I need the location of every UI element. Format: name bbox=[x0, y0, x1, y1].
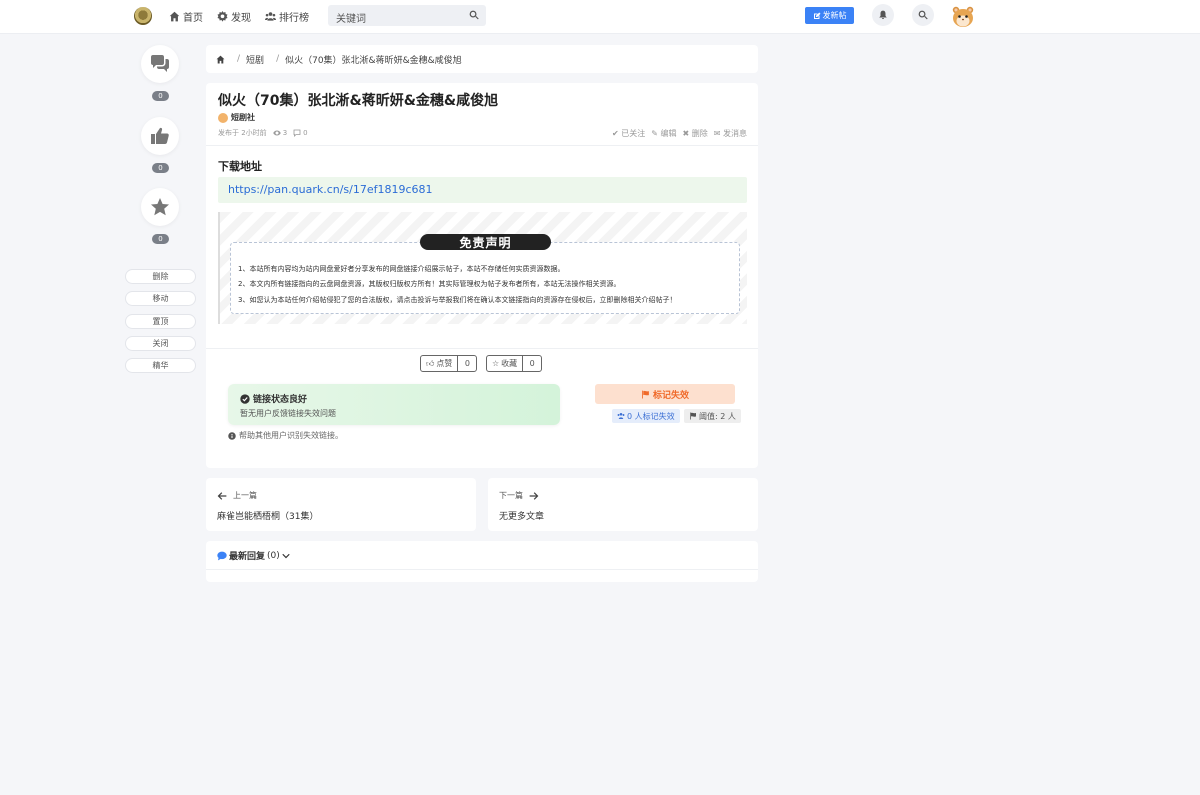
favorite-count-badge: 0 bbox=[152, 234, 169, 244]
divider bbox=[206, 348, 758, 349]
pin-post-button[interactable]: 置顶 bbox=[125, 314, 196, 329]
next-post-title: 无更多文章 bbox=[499, 512, 545, 522]
feature-post-button[interactable]: 精华 bbox=[125, 358, 196, 373]
followed-button[interactable]: ✔ 已关注 bbox=[612, 128, 645, 139]
comment-button[interactable] bbox=[141, 45, 179, 83]
download-link[interactable]: https://pan.quark.cn/s/17ef1819c681 bbox=[218, 177, 747, 203]
comments-icon bbox=[151, 55, 169, 72]
close-post-button[interactable]: 关闭 bbox=[125, 336, 196, 351]
post-meta: 发布于 2小时前 3 0 bbox=[218, 128, 308, 138]
delete-post-button[interactable]: 删除 bbox=[125, 269, 196, 284]
like-pill-button[interactable]: 👍︎ 点赞 0 bbox=[420, 355, 478, 372]
delete-button[interactable]: ✖ 删除 bbox=[683, 128, 708, 139]
download-heading: 下载地址 bbox=[218, 160, 262, 173]
next-post-card[interactable]: 下一篇 无更多文章 bbox=[488, 478, 758, 531]
comment-icon bbox=[293, 129, 301, 137]
disclaimer-line: 3、如您认为本站任何介绍帖侵犯了您的合法版权，请点击投诉与举报我们将在确认本文链… bbox=[238, 296, 677, 304]
arrow-left-icon bbox=[217, 491, 227, 500]
link-status-help: 帮助其他用户识别失效链接。 bbox=[228, 430, 343, 441]
check-circle-icon bbox=[240, 393, 250, 404]
like-button[interactable] bbox=[141, 117, 179, 155]
divider bbox=[206, 145, 758, 146]
message-button[interactable]: ✉ 发消息 bbox=[714, 128, 747, 139]
replies-count: (0) bbox=[267, 550, 280, 561]
divider bbox=[206, 569, 758, 570]
link-status-card: 链接状态良好 暂无用户反馈链接失效问题 bbox=[228, 384, 560, 425]
bell-icon bbox=[879, 10, 887, 20]
gear-icon bbox=[217, 11, 228, 22]
favorite-pill-button[interactable]: ☆ 收藏 0 bbox=[486, 355, 543, 372]
disclaimer-title: 免责声明 bbox=[420, 234, 551, 250]
breadcrumb-separator: / bbox=[237, 54, 241, 64]
like-count-badge: 0 bbox=[152, 163, 169, 173]
prev-post-card[interactable]: 上一篇 麻雀岂能栖梧桐（31集） bbox=[206, 478, 476, 531]
link-status-sub: 暂无用户反馈链接失效问题 bbox=[240, 409, 336, 418]
star-icon: ☆ bbox=[492, 359, 500, 368]
disclaimer-box: 1、本站所有内容均为站内网盘爱好者分享发布的网盘链接介绍展示帖子，本站不存储任何… bbox=[230, 242, 740, 314]
search-input[interactable]: 关键词 bbox=[328, 5, 486, 26]
post-card: 似火（70集）张北淅&蒋昕妍&金穗&咸俊旭 短剧社 发布于 2小时前 3 0 ✔… bbox=[206, 83, 758, 468]
home-icon[interactable] bbox=[216, 55, 225, 64]
nav-home[interactable]: 首页 bbox=[169, 9, 203, 24]
new-post-button[interactable]: 发新帖 bbox=[805, 7, 854, 24]
edit-icon bbox=[813, 12, 820, 19]
post-author[interactable]: 短剧社 bbox=[218, 112, 255, 123]
site-logo[interactable] bbox=[134, 7, 152, 25]
search-toggle-button[interactable] bbox=[912, 4, 934, 26]
thumbs-up-icon: 👍︎ bbox=[426, 358, 435, 368]
comment-dots-icon bbox=[217, 551, 227, 560]
thumbs-up-icon bbox=[151, 127, 169, 144]
publish-time: 发布于 2小时前 bbox=[218, 129, 267, 137]
breadcrumb-current: 似火（70集）张北淅&蒋昕妍&金穗&咸俊旭 bbox=[285, 55, 462, 66]
favorite-count: 0 bbox=[529, 359, 535, 368]
replies-section: 最新回复 (0) bbox=[206, 541, 758, 582]
users-icon bbox=[617, 412, 625, 419]
post-actions: ✔ 已关注 ✎ 编辑 ✖ 删除 ✉ 发消息 bbox=[612, 128, 747, 139]
move-post-button[interactable]: 移动 bbox=[125, 291, 196, 306]
post-title: 似火（70集）张北淅&蒋昕妍&金穗&咸俊旭 bbox=[218, 93, 499, 109]
next-label: 下一篇 bbox=[499, 491, 523, 500]
favorite-button[interactable] bbox=[141, 188, 179, 226]
chevron-down-icon bbox=[282, 553, 290, 558]
breadcrumb: / 短剧 / 似火（70集）张北淅&蒋昕妍&金穗&咸俊旭 bbox=[206, 45, 758, 73]
replies-label: 最新回复 bbox=[229, 552, 266, 562]
disclaimer-line: 2、本文内所有链接指向的云盘网盘资源，其版权归版权方所有！其实际管理权为帖子发布… bbox=[238, 280, 621, 288]
prev-post-title[interactable]: 麻雀岂能栖梧桐（31集） bbox=[217, 509, 318, 522]
comments-indicator: 0 bbox=[293, 129, 308, 137]
disclaimer-section: 1、本站所有内容均为站内网盘爱好者分享发布的网盘链接介绍展示帖子，本站不存储任何… bbox=[218, 212, 747, 324]
hamster-avatar-icon bbox=[952, 6, 974, 27]
eye-icon bbox=[272, 130, 281, 136]
views-indicator: 3 bbox=[272, 129, 287, 137]
replies-header[interactable]: 最新回复 (0) bbox=[217, 549, 290, 562]
author-avatar bbox=[218, 112, 228, 123]
mark-invalid-button[interactable]: 标记失效 bbox=[595, 384, 735, 404]
home-icon bbox=[169, 11, 180, 22]
nav-ranking[interactable]: 排行榜 bbox=[265, 9, 309, 24]
link-status-title: 链接状态良好 bbox=[253, 395, 308, 405]
prev-label: 上一篇 bbox=[233, 491, 257, 500]
search-icon bbox=[918, 10, 928, 20]
flag-icon bbox=[642, 390, 649, 398]
search-placeholder: 关键词 bbox=[336, 14, 366, 25]
user-avatar[interactable] bbox=[951, 4, 975, 28]
like-count: 0 bbox=[464, 359, 470, 368]
marked-count-tag: 0 人标记失效 bbox=[612, 409, 680, 423]
disclaimer-line: 1、本站所有内容均为站内网盘爱好者分享发布的网盘链接介绍展示帖子，本站不存储任何… bbox=[238, 265, 565, 273]
nav-discover[interactable]: 发现 bbox=[217, 9, 251, 24]
comment-count-badge: 0 bbox=[152, 91, 169, 101]
breadcrumb-separator: / bbox=[276, 54, 280, 64]
edit-button[interactable]: ✎ 编辑 bbox=[651, 128, 676, 139]
flag-icon bbox=[690, 412, 696, 420]
users-icon bbox=[265, 12, 276, 21]
star-icon bbox=[151, 198, 169, 216]
notification-button[interactable] bbox=[872, 4, 894, 26]
breadcrumb-category[interactable]: 短剧 bbox=[246, 53, 264, 66]
search-icon[interactable] bbox=[469, 10, 479, 20]
top-navbar: 首页 发现 排行榜 关键词 发新帖 bbox=[0, 0, 1200, 34]
arrow-right-icon bbox=[529, 491, 539, 500]
info-icon bbox=[228, 431, 236, 440]
threshold-tag: 阈值: 2 人 bbox=[684, 409, 741, 423]
